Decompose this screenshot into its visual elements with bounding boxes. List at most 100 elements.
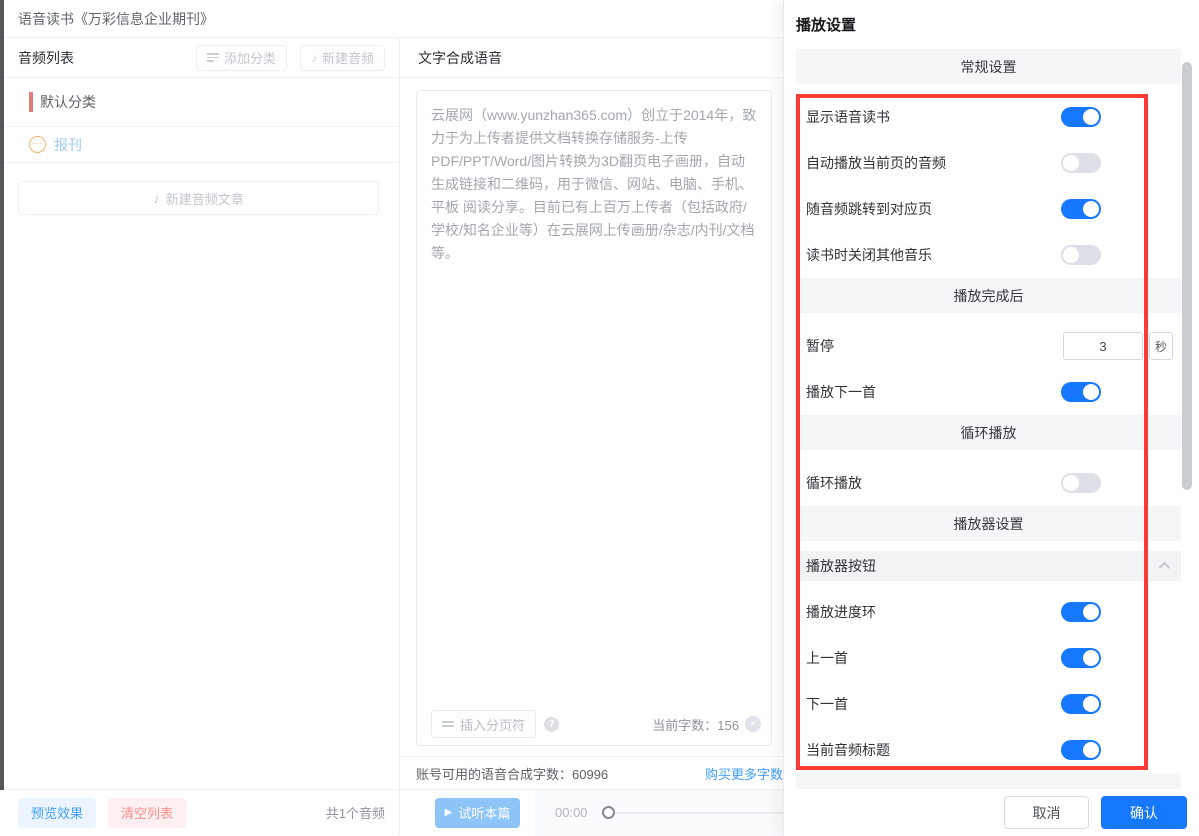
new-audio-button[interactable]: ♪ 新建音频 bbox=[300, 45, 385, 71]
setting-label: 常规设置 bbox=[961, 57, 1017, 77]
setting-label: 播放进度环 bbox=[796, 602, 876, 622]
tts-text-content: 云展网（www.yunzhan365.com）创立于2014年，致力于为上传者提… bbox=[431, 104, 757, 265]
toggle-switch[interactable] bbox=[1061, 648, 1101, 668]
toggle-switch[interactable] bbox=[1061, 694, 1101, 714]
add-category-label: 添加分类 bbox=[224, 48, 276, 67]
toggle-switch[interactable] bbox=[1061, 245, 1101, 265]
setting-label: 自动播放当前页的音频 bbox=[796, 153, 946, 173]
playback-settings-panel: 播放设置 常规设置显示语音读书自动播放当前页的音频随音频跳转到对应页读书时关闭其… bbox=[783, 0, 1199, 836]
setting-row: 读书时关闭其他音乐 bbox=[796, 232, 1181, 278]
player-buttons-group-header: 播放器按钮 bbox=[796, 551, 1181, 581]
help-icon[interactable]: ? bbox=[544, 717, 559, 732]
setting-label: 播放器设置 bbox=[954, 514, 1024, 534]
toggle-knob bbox=[1083, 384, 1099, 400]
setting-label: 循环播放 bbox=[961, 423, 1017, 443]
time-label: 00:00 bbox=[555, 805, 588, 820]
setting-label: 显示语音读书 bbox=[796, 107, 890, 127]
toggle-switch[interactable] bbox=[1061, 473, 1101, 493]
toggle-knob bbox=[1063, 155, 1079, 171]
setting-row: 显示语音读书 bbox=[796, 94, 1181, 140]
listen-label: 试听本篇 bbox=[458, 803, 510, 822]
setting-label: 下一首 bbox=[796, 694, 848, 714]
pause-seconds-input[interactable] bbox=[1063, 332, 1143, 360]
category-item-label: 报刊 bbox=[54, 135, 82, 155]
toggle-knob bbox=[1063, 247, 1079, 263]
page-title: 语音读书《万彩信息企业期刊》 bbox=[18, 9, 214, 29]
player-slider-zone: 00:00 bbox=[535, 790, 783, 836]
preview-effect-button[interactable]: 预览效果 bbox=[18, 798, 96, 828]
main-area: 语音读书《万彩信息企业期刊》 音频列表 添加分类 ♪ 新建音频 bbox=[4, 0, 783, 836]
new-audio-label: 新建音频 bbox=[322, 48, 374, 67]
settings-title: 播放设置 bbox=[796, 14, 856, 35]
toggle-switch[interactable] bbox=[1061, 382, 1101, 402]
toggle-knob bbox=[1083, 696, 1099, 712]
toggle-knob bbox=[1083, 201, 1099, 217]
ellipsis-icon[interactable]: ··· bbox=[29, 136, 46, 153]
setting-row: 上一首 bbox=[796, 635, 1181, 681]
category-item-baokan[interactable]: ··· 报刊 bbox=[4, 127, 399, 163]
toggle-switch[interactable] bbox=[1061, 602, 1101, 622]
account-quota-text: 账号可用的语音合成字数：60996 bbox=[416, 764, 608, 783]
setting-label: 读书时关闭其他音乐 bbox=[796, 245, 932, 265]
setting-row: 播放进度环 bbox=[796, 589, 1181, 635]
default-category-label: 默认分类 bbox=[40, 92, 96, 112]
setting-row: 随音频跳转到对应页 bbox=[796, 186, 1181, 232]
listen-button[interactable]: ▶ 试听本篇 bbox=[435, 798, 520, 828]
play-icon: ▶ bbox=[445, 807, 453, 818]
setting-label: 上一首 bbox=[796, 648, 848, 668]
settings-section-header: 播放器设置 bbox=[796, 506, 1181, 541]
setting-label: 循环播放 bbox=[796, 473, 862, 493]
unit-label: 秒 bbox=[1149, 332, 1173, 360]
settings-section-header bbox=[796, 773, 1181, 789]
app-header: 语音读书《万彩信息企业期刊》 bbox=[4, 0, 783, 38]
add-category-icon bbox=[207, 51, 219, 64]
add-category-button[interactable]: 添加分类 bbox=[196, 45, 287, 71]
setting-row: 当前音频标题 bbox=[796, 727, 1181, 773]
page-break-icon bbox=[442, 719, 454, 730]
toggle-switch[interactable] bbox=[1061, 740, 1101, 760]
audio-player-row: ▶ 试听本篇 00:00 bbox=[400, 789, 783, 835]
setting-row: 暂停 秒 bbox=[796, 323, 1181, 369]
toggle-knob bbox=[1083, 604, 1099, 620]
tts-text-area[interactable]: 云展网（www.yunzhan365.com）创立于2014年，致力于为上传者提… bbox=[416, 90, 772, 746]
setting-row: 自动播放当前页的音频 bbox=[796, 140, 1181, 186]
toggle-knob bbox=[1083, 742, 1099, 758]
slider-knob[interactable] bbox=[602, 806, 615, 819]
toggle-knob bbox=[1083, 650, 1099, 666]
clear-text-icon[interactable]: × bbox=[745, 716, 761, 732]
toggle-knob bbox=[1063, 475, 1079, 491]
settings-rows: 常规设置显示语音读书自动播放当前页的音频随音频跳转到对应页读书时关闭其他音乐播放… bbox=[796, 49, 1181, 789]
setting-row: 下一首 bbox=[796, 681, 1181, 727]
cancel-button[interactable]: 取消 bbox=[1004, 796, 1089, 829]
tts-toolbar: 插入分页符 ? 当前字数：156 × bbox=[431, 710, 761, 738]
pause-input-group: 秒 bbox=[1063, 332, 1173, 360]
settings-scrollbar[interactable] bbox=[1182, 62, 1192, 490]
toggle-switch[interactable] bbox=[1061, 153, 1101, 173]
settings-section-header: 播放完成后 bbox=[796, 278, 1181, 313]
music-note-icon: ♪ bbox=[153, 191, 160, 206]
setting-label: 随音频跳转到对应页 bbox=[796, 199, 932, 219]
category-marker-bar bbox=[29, 92, 33, 112]
settings-footer: 取消 确认 bbox=[784, 789, 1199, 836]
setting-row: 播放下一首 bbox=[796, 369, 1181, 415]
default-category-row: 默认分类 bbox=[4, 78, 399, 127]
slider-track[interactable] bbox=[615, 812, 783, 814]
settings-section-header: 常规设置 bbox=[796, 49, 1181, 84]
new-audio-article-label: 新建音频文章 bbox=[166, 189, 244, 208]
setting-row: 循环播放 bbox=[796, 460, 1181, 506]
toggle-switch[interactable] bbox=[1061, 107, 1101, 127]
buy-more-link[interactable]: 购买更多字数 bbox=[705, 764, 783, 783]
clear-list-button[interactable]: 清空列表 bbox=[108, 798, 186, 828]
audio-list-header-row: 音频列表 添加分类 ♪ 新建音频 bbox=[4, 38, 399, 78]
toggle-switch[interactable] bbox=[1061, 199, 1101, 219]
new-audio-article-button[interactable]: ♪ 新建音频文章 bbox=[18, 181, 379, 215]
setting-label: 当前音频标题 bbox=[796, 740, 890, 760]
music-note-icon: ♪ bbox=[311, 52, 317, 64]
chevron-up-icon[interactable] bbox=[1159, 562, 1167, 570]
account-quota-row: 账号可用的语音合成字数：60996 购买更多字数 bbox=[400, 756, 783, 789]
insert-pagebreak-button[interactable]: 插入分页符 bbox=[431, 710, 536, 738]
setting-label: 暂停 bbox=[796, 336, 834, 356]
confirm-button[interactable]: 确认 bbox=[1101, 796, 1187, 829]
tts-header-row: 文字合成语音 bbox=[400, 38, 783, 78]
toggle-knob bbox=[1083, 109, 1099, 125]
